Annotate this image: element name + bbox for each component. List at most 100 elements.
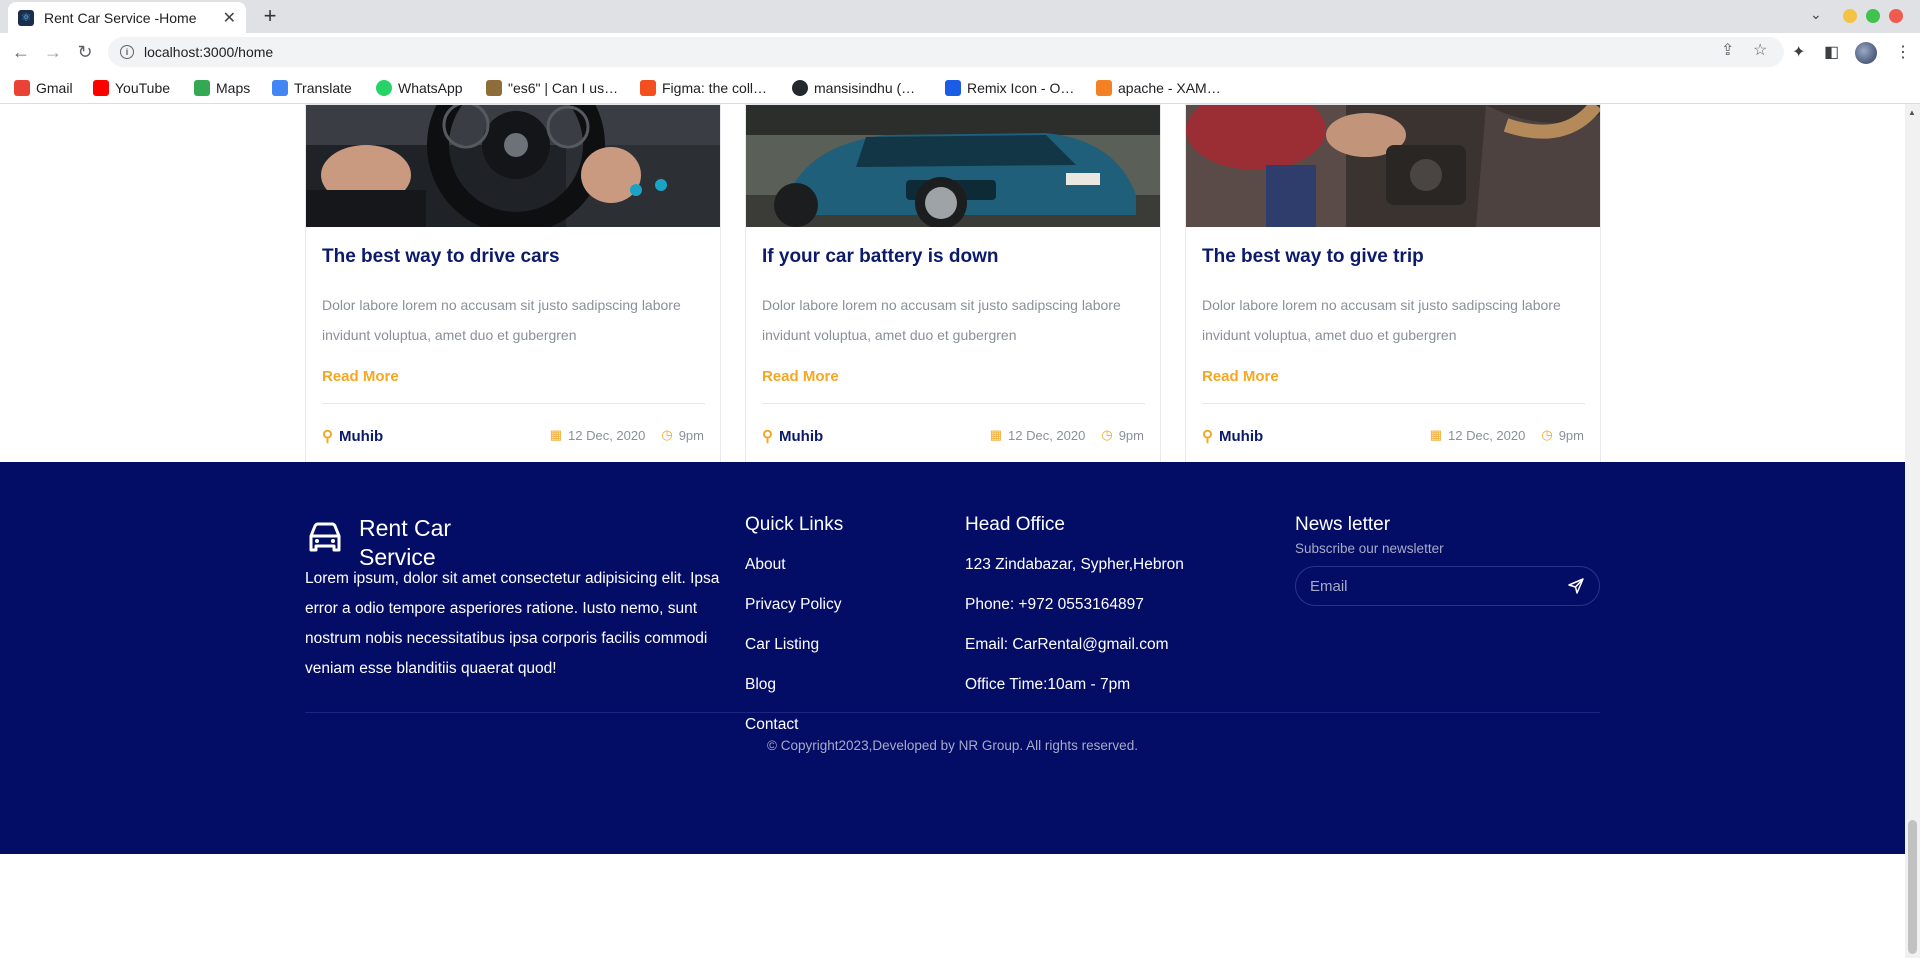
bookmark-remix-icon[interactable]: Remix Icon - O… [945, 78, 1074, 98]
send-icon[interactable] [1567, 577, 1585, 595]
footer-link-contact[interactable]: Contact [745, 716, 798, 734]
bookmark-whatsapp[interactable]: WhatsApp [376, 78, 463, 98]
blog-meta: ▦ 12 Dec, 2020 ◷ 9pm [1430, 427, 1584, 443]
browser-menu-icon[interactable]: ⋮ [1895, 42, 1911, 62]
blog-meta: ▦ 12 Dec, 2020 ◷ 9pm [550, 427, 704, 443]
bookmark-caniuse[interactable]: "es6" | Can I us… [486, 78, 618, 98]
footer-link-privacy-policy[interactable]: Privacy Policy [745, 596, 841, 614]
maps-icon [194, 80, 210, 96]
blog-date: 12 Dec, 2020 [1448, 427, 1526, 443]
author-name: Muhib [779, 427, 824, 445]
remixicon-icon [945, 80, 961, 96]
footer-link-about[interactable]: About [745, 556, 786, 574]
bookmark-star-icon[interactable]: ☆ [1753, 40, 1767, 60]
footer-link-car-listing[interactable]: Car Listing [745, 636, 819, 654]
bookmark-figma[interactable]: Figma: the coll… [640, 78, 767, 98]
newsletter-title: News letter [1295, 514, 1391, 535]
bookmark-translate[interactable]: Translate [272, 78, 352, 98]
blog-card: The best way to drive cars Dolor labore … [305, 104, 721, 467]
page-viewport: The best way to drive cars Dolor labore … [0, 104, 1905, 958]
maximize-window-button[interactable] [1866, 9, 1880, 23]
close-window-button[interactable] [1889, 9, 1903, 23]
blog-card-description: Dolor labore lorem no accusam sit justo … [1202, 297, 1561, 343]
blog-card-title[interactable]: The best way to drive cars [322, 246, 560, 268]
footer-divider [305, 712, 1600, 713]
newsletter-email-input[interactable] [1310, 577, 1567, 595]
blog-meta: ▦ 12 Dec, 2020 ◷ 9pm [990, 427, 1144, 443]
read-more-link[interactable]: Read More [762, 368, 839, 385]
clock-icon: ◷ [1541, 427, 1553, 442]
read-more-link[interactable]: Read More [322, 368, 399, 385]
user-icon: ⚲ [322, 428, 333, 445]
blog-author: ⚲ Muhib [1202, 427, 1263, 446]
user-icon: ⚲ [1202, 428, 1213, 445]
browser-tab-active[interactable]: ⚛ Rent Car Service -Home ✕ [8, 2, 246, 33]
blog-time: 9pm [1558, 427, 1584, 443]
profile-avatar[interactable] [1855, 42, 1877, 64]
site-footer: Rent Car Service Lorem ipsum, dolor sit … [0, 462, 1905, 854]
tab-search-chevron-icon[interactable]: ⌄ [1810, 6, 1822, 23]
blog-card-description: Dolor labore lorem no accusam sit justo … [762, 297, 1121, 343]
blog-time: 9pm [1118, 427, 1144, 443]
footer-link-blog[interactable]: Blog [745, 676, 776, 694]
forward-arrow-icon[interactable]: → [41, 40, 65, 64]
extensions-puzzle-icon[interactable]: ✦ [1792, 42, 1805, 62]
calendar-icon: ▦ [549, 427, 563, 442]
blog-date: 12 Dec, 2020 [1008, 427, 1086, 443]
stackoverflow-icon [1096, 80, 1112, 96]
blog-card: The best way to give trip Dolor labore l… [1185, 104, 1601, 467]
react-favicon-icon: ⚛ [18, 9, 34, 26]
address-url[interactable]: localhost:3000/home [144, 44, 273, 60]
blog-card-title[interactable]: The best way to give trip [1202, 246, 1424, 268]
blog-card-title[interactable]: If your car battery is down [762, 246, 999, 268]
scroll-up-arrow-icon[interactable]: ▲ [1908, 108, 1916, 117]
copyright-text: © Copyright2023,Developed by NR Group. A… [767, 738, 1138, 753]
bookmarks-bar: Gmail YouTube Maps Translate WhatsApp "e… [0, 71, 1920, 104]
clock-icon: ◷ [661, 427, 673, 442]
blog-image-steering-wheel[interactable] [306, 105, 720, 227]
whatsapp-icon [376, 80, 392, 96]
blog-image-car-interior[interactable] [1186, 105, 1600, 227]
browser-tab-strip: ⚛ Rent Car Service -Home ✕ + ⌄ [0, 0, 1920, 33]
office-time: Office Time:10am - 7pm [965, 676, 1131, 693]
quick-links-title: Quick Links [745, 514, 844, 535]
head-office-title: Head Office [965, 514, 1065, 535]
reload-icon[interactable]: ↻ [73, 40, 97, 64]
figma-icon [640, 80, 656, 96]
read-more-link[interactable]: Read More [1202, 368, 1279, 385]
gmail-icon [14, 80, 30, 96]
office-phone: Phone: +972 0553164897 [965, 596, 1144, 613]
blog-author: ⚲ Muhib [762, 427, 824, 446]
page-scrollbar[interactable]: ▲ [1905, 104, 1920, 958]
bookmark-maps[interactable]: Maps [194, 78, 250, 98]
bookmark-gmail[interactable]: Gmail [14, 78, 73, 98]
side-panel-icon[interactable]: ◧ [1824, 42, 1839, 62]
blog-date: 12 Dec, 2020 [568, 427, 646, 443]
author-name: Muhib [339, 427, 384, 445]
translate-icon [272, 80, 288, 96]
card-divider [762, 403, 1145, 404]
minimize-window-button[interactable] [1843, 9, 1857, 23]
blog-image-blue-car[interactable] [746, 105, 1160, 227]
scrollbar-thumb[interactable] [1908, 820, 1917, 954]
share-icon[interactable]: ⇪ [1721, 40, 1734, 60]
tab-close-icon[interactable]: ✕ [223, 8, 236, 28]
bookmark-stackoverflow[interactable]: apache - XAM… [1096, 78, 1221, 98]
bookmark-github[interactable]: mansisindhu (… [792, 78, 915, 98]
tab-title: Rent Car Service -Home [44, 9, 197, 26]
site-info-icon[interactable]: i [120, 45, 134, 59]
caniuse-icon [486, 80, 502, 96]
clock-icon: ◷ [1101, 427, 1113, 442]
youtube-icon [93, 80, 109, 96]
footer-about-text: Lorem ipsum, dolor sit amet consectetur … [305, 570, 720, 677]
new-tab-button[interactable]: + [258, 4, 282, 28]
back-arrow-icon[interactable]: ← [9, 40, 33, 64]
bookmark-youtube[interactable]: YouTube [93, 78, 170, 98]
copyright-icon: © [767, 738, 777, 753]
blog-card-description: Dolor labore lorem no accusam sit justo … [322, 297, 681, 343]
browser-toolbar: ← → ↻ i localhost:3000/home ⇪ ☆ ✦ ◧ ⋮ [0, 33, 1920, 71]
address-bar[interactable]: i localhost:3000/home [108, 37, 1784, 67]
car-icon [309, 522, 341, 552]
blog-time: 9pm [678, 427, 704, 443]
newsletter-subtitle: Subscribe our newsletter [1295, 541, 1444, 556]
